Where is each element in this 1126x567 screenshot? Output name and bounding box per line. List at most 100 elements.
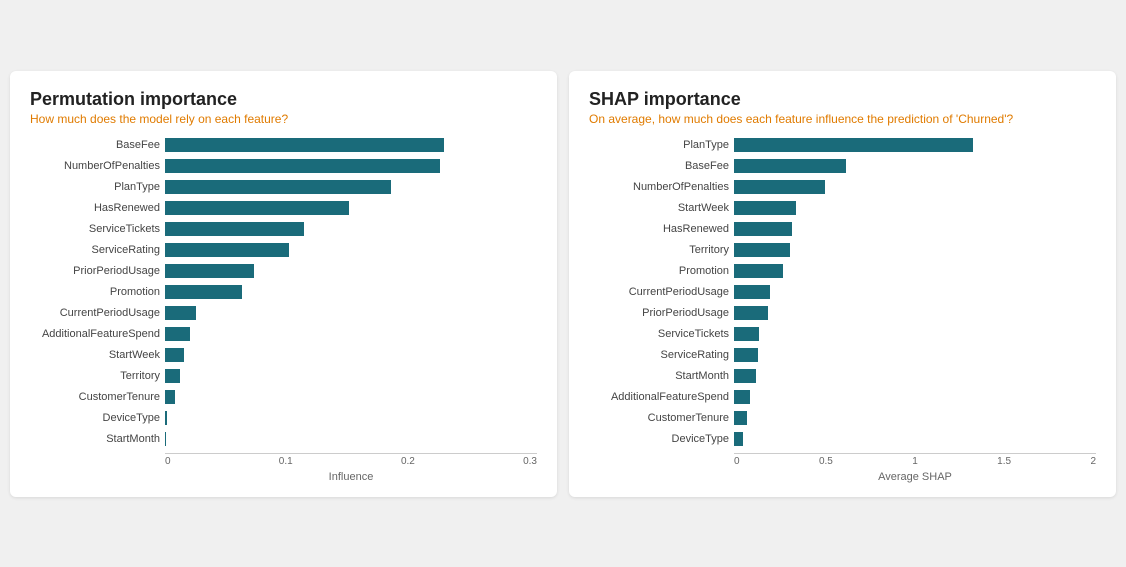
- bar-wrap: [734, 390, 1096, 404]
- bar-fill: [734, 411, 747, 425]
- axis-area: 0 0.1 0.2 0.3: [30, 451, 537, 467]
- bar-fill: [734, 138, 973, 152]
- bar-wrap: [165, 306, 537, 320]
- permutation-card: Permutation importance How much does the…: [10, 71, 557, 497]
- bar-wrap: [734, 264, 1096, 278]
- bar-row: DeviceType: [30, 409, 537, 427]
- x-axis-label: Average SHAP: [734, 471, 1096, 483]
- bar-label: PriorPeriodUsage: [30, 265, 160, 277]
- bar-label: CurrentPeriodUsage: [30, 307, 160, 319]
- x-tick: 2: [1090, 456, 1096, 467]
- bar-label: PlanType: [589, 139, 729, 151]
- bar-row: StartMonth: [589, 367, 1096, 385]
- bar-wrap: [165, 138, 537, 152]
- bar-fill: [734, 159, 846, 173]
- bar-fill: [165, 369, 180, 383]
- bar-fill: [165, 138, 444, 152]
- bar-fill: [165, 348, 184, 362]
- bar-row: AdditionalFeatureSpend: [589, 388, 1096, 406]
- bar-wrap: [734, 432, 1096, 446]
- bar-row: DeviceType: [589, 430, 1096, 448]
- bar-row: HasRenewed: [589, 220, 1096, 238]
- x-tick: 0.1: [279, 456, 293, 467]
- bar-row: PlanType: [589, 136, 1096, 154]
- bar-row: BaseFee: [30, 136, 537, 154]
- bar-wrap: [165, 390, 537, 404]
- shap-chart: PlanType BaseFee NumberOfPenalties StartWee…: [589, 136, 1096, 483]
- bar-row: ServiceRating: [589, 346, 1096, 364]
- bar-label: NumberOfPenalties: [30, 160, 160, 172]
- bar-label: DeviceType: [589, 433, 729, 445]
- x-tick: 1: [912, 456, 918, 467]
- bar-label: ServiceTickets: [589, 328, 729, 340]
- x-tick: 0: [165, 456, 171, 467]
- bar-wrap: [165, 264, 537, 278]
- bar-wrap: [734, 327, 1096, 341]
- bar-fill: [165, 243, 289, 257]
- bar-row: StartWeek: [30, 346, 537, 364]
- bar-wrap: [734, 243, 1096, 257]
- bar-fill: [165, 327, 190, 341]
- bar-fill: [165, 432, 166, 446]
- bar-row: Promotion: [30, 283, 537, 301]
- bar-row: Promotion: [589, 262, 1096, 280]
- bar-wrap: [165, 369, 537, 383]
- bar-row: PlanType: [30, 178, 537, 196]
- permutation-title-plain: Permutation: [30, 89, 140, 109]
- bar-fill: [165, 411, 167, 425]
- x-label-row: Influence: [30, 467, 537, 483]
- bar-wrap: [734, 306, 1096, 320]
- permutation-title-bold: importance: [140, 89, 237, 109]
- bar-label: CustomerTenure: [589, 412, 729, 424]
- bar-label: BaseFee: [30, 139, 160, 151]
- bar-label: StartMonth: [589, 370, 729, 382]
- bar-label: Promotion: [30, 286, 160, 298]
- bar-wrap: [165, 285, 537, 299]
- bar-fill: [165, 159, 440, 173]
- bar-label: Territory: [30, 370, 160, 382]
- bar-row: AdditionalFeatureSpend: [30, 325, 537, 343]
- x-axis-label: Influence: [165, 471, 537, 483]
- bar-wrap: [165, 243, 537, 257]
- axis-area: 00.511.52: [589, 451, 1096, 467]
- bar-row: ServiceRating: [30, 241, 537, 259]
- bar-label: ServiceRating: [589, 349, 729, 361]
- bar-label: DeviceType: [30, 412, 160, 424]
- bar-label: StartWeek: [589, 202, 729, 214]
- shap-card: SHAP importance On average, how much doe…: [569, 71, 1116, 497]
- bar-label: PriorPeriodUsage: [589, 307, 729, 319]
- bar-fill: [165, 180, 391, 194]
- bar-row: CustomerTenure: [30, 388, 537, 406]
- main-container: Permutation importance How much does the…: [10, 71, 1116, 497]
- bar-label: StartMonth: [30, 433, 160, 445]
- bar-label: BaseFee: [589, 160, 729, 172]
- permutation-title: Permutation importance: [30, 89, 537, 110]
- permutation-chart: BaseFeeNumberOfPenaltiesPlanTypeHasRenew…: [30, 136, 537, 483]
- bar-row: ServiceTickets: [30, 220, 537, 238]
- x-tick: 0.2: [401, 456, 415, 467]
- bar-fill: [734, 348, 758, 362]
- bar-wrap: [734, 222, 1096, 236]
- bar-row: PriorPeriodUsage: [30, 262, 537, 280]
- permutation-subtitle: How much does the model rely on each fea…: [30, 112, 537, 126]
- bar-fill: [165, 222, 304, 236]
- bar-wrap: [165, 159, 537, 173]
- bar-fill: [165, 390, 175, 404]
- x-tick: 1.5: [997, 456, 1011, 467]
- bar-wrap: [734, 159, 1096, 173]
- bar-wrap: [165, 411, 537, 425]
- bar-row: StartMonth: [30, 430, 537, 448]
- bar-fill: [734, 201, 796, 215]
- x-label-row: Average SHAP: [589, 467, 1096, 483]
- x-tick: 0.3: [523, 456, 537, 467]
- bar-fill: [165, 285, 242, 299]
- bar-row: CurrentPeriodUsage: [30, 304, 537, 322]
- bar-fill: [734, 222, 792, 236]
- bar-wrap: [165, 348, 537, 362]
- bar-label: CurrentPeriodUsage: [589, 286, 729, 298]
- bar-row: Territory: [589, 241, 1096, 259]
- bar-label: NumberOfPenalties: [589, 181, 729, 193]
- bar-fill: [734, 180, 825, 194]
- bar-wrap: [734, 411, 1096, 425]
- bar-fill: [734, 390, 750, 404]
